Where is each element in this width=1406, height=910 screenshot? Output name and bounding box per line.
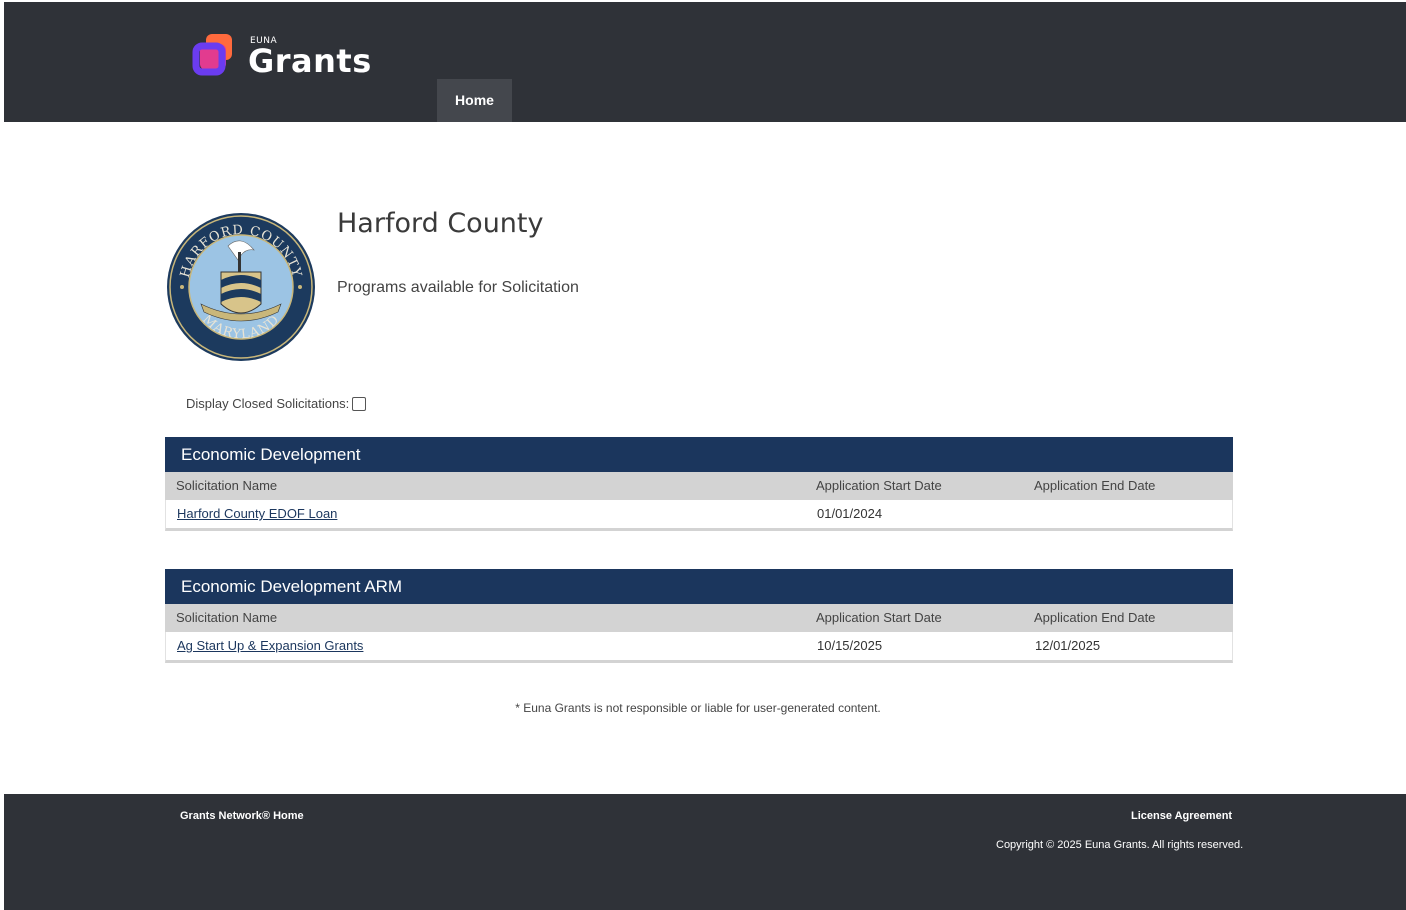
page-footer: Grants Network® Home License Agreement C…: [4, 794, 1406, 910]
euna-grants-logo[interactable]: EUNA Grants: [192, 32, 372, 80]
display-closed-label: Display Closed Solicitations:: [186, 396, 350, 411]
start-date-cell: 01/01/2024: [817, 506, 883, 521]
section-title: Economic Development: [165, 437, 1233, 472]
footer-license-agreement-link[interactable]: License Agreement: [1131, 810, 1232, 822]
section-economic-development-arm: Economic Development ARM Solicitation Na…: [165, 569, 1233, 663]
disclaimer-text: * Euna Grants is not responsible or liab…: [515, 701, 881, 715]
nav-tab-home[interactable]: Home: [437, 79, 512, 122]
footer-copyright: Copyright © 2025 Euna Grants. All rights…: [996, 839, 1244, 851]
col-end-date: Application End Date: [1034, 478, 1156, 493]
footer-grants-network-home-link[interactable]: Grants Network® Home: [180, 810, 304, 822]
top-header: EUNA Grants Home: [4, 2, 1406, 122]
col-start-date: Application Start Date: [816, 610, 942, 625]
solicitation-link[interactable]: Ag Start Up & Expansion Grants: [177, 632, 363, 660]
harford-county-seal: HARFORD COUNTY MARYLAND: [167, 213, 315, 361]
section-title: Economic Development ARM: [165, 569, 1233, 604]
euna-logo-icon: [192, 34, 232, 76]
col-end-date: Application End Date: [1034, 610, 1156, 625]
page-subtitle: Programs available for Solicitation: [337, 279, 579, 296]
col-start-date: Application Start Date: [816, 478, 942, 493]
section-economic-development: Economic Development Solicitation Name A…: [165, 437, 1233, 531]
col-solicitation-name: Solicitation Name: [176, 610, 278, 625]
solicitation-link[interactable]: Harford County EDOF Loan: [177, 500, 337, 528]
end-date-cell: 12/01/2025: [1035, 638, 1101, 653]
column-headers: Solicitation Name Application Start Date…: [165, 604, 1233, 632]
display-closed-toggle: Display Closed Solicitations:: [186, 396, 367, 411]
col-solicitation-name: Solicitation Name: [176, 478, 278, 493]
table-row: Harford County EDOF Loan 01/01/2024: [165, 500, 1233, 531]
table-row: Ag Start Up & Expansion Grants 10/15/202…: [165, 632, 1233, 663]
start-date-cell: 10/15/2025: [817, 638, 883, 653]
display-closed-checkbox[interactable]: [352, 396, 367, 411]
logo-grants-text: Grants: [248, 42, 372, 80]
column-headers: Solicitation Name Application Start Date…: [165, 472, 1233, 500]
organization-title: Harford County: [337, 208, 544, 239]
